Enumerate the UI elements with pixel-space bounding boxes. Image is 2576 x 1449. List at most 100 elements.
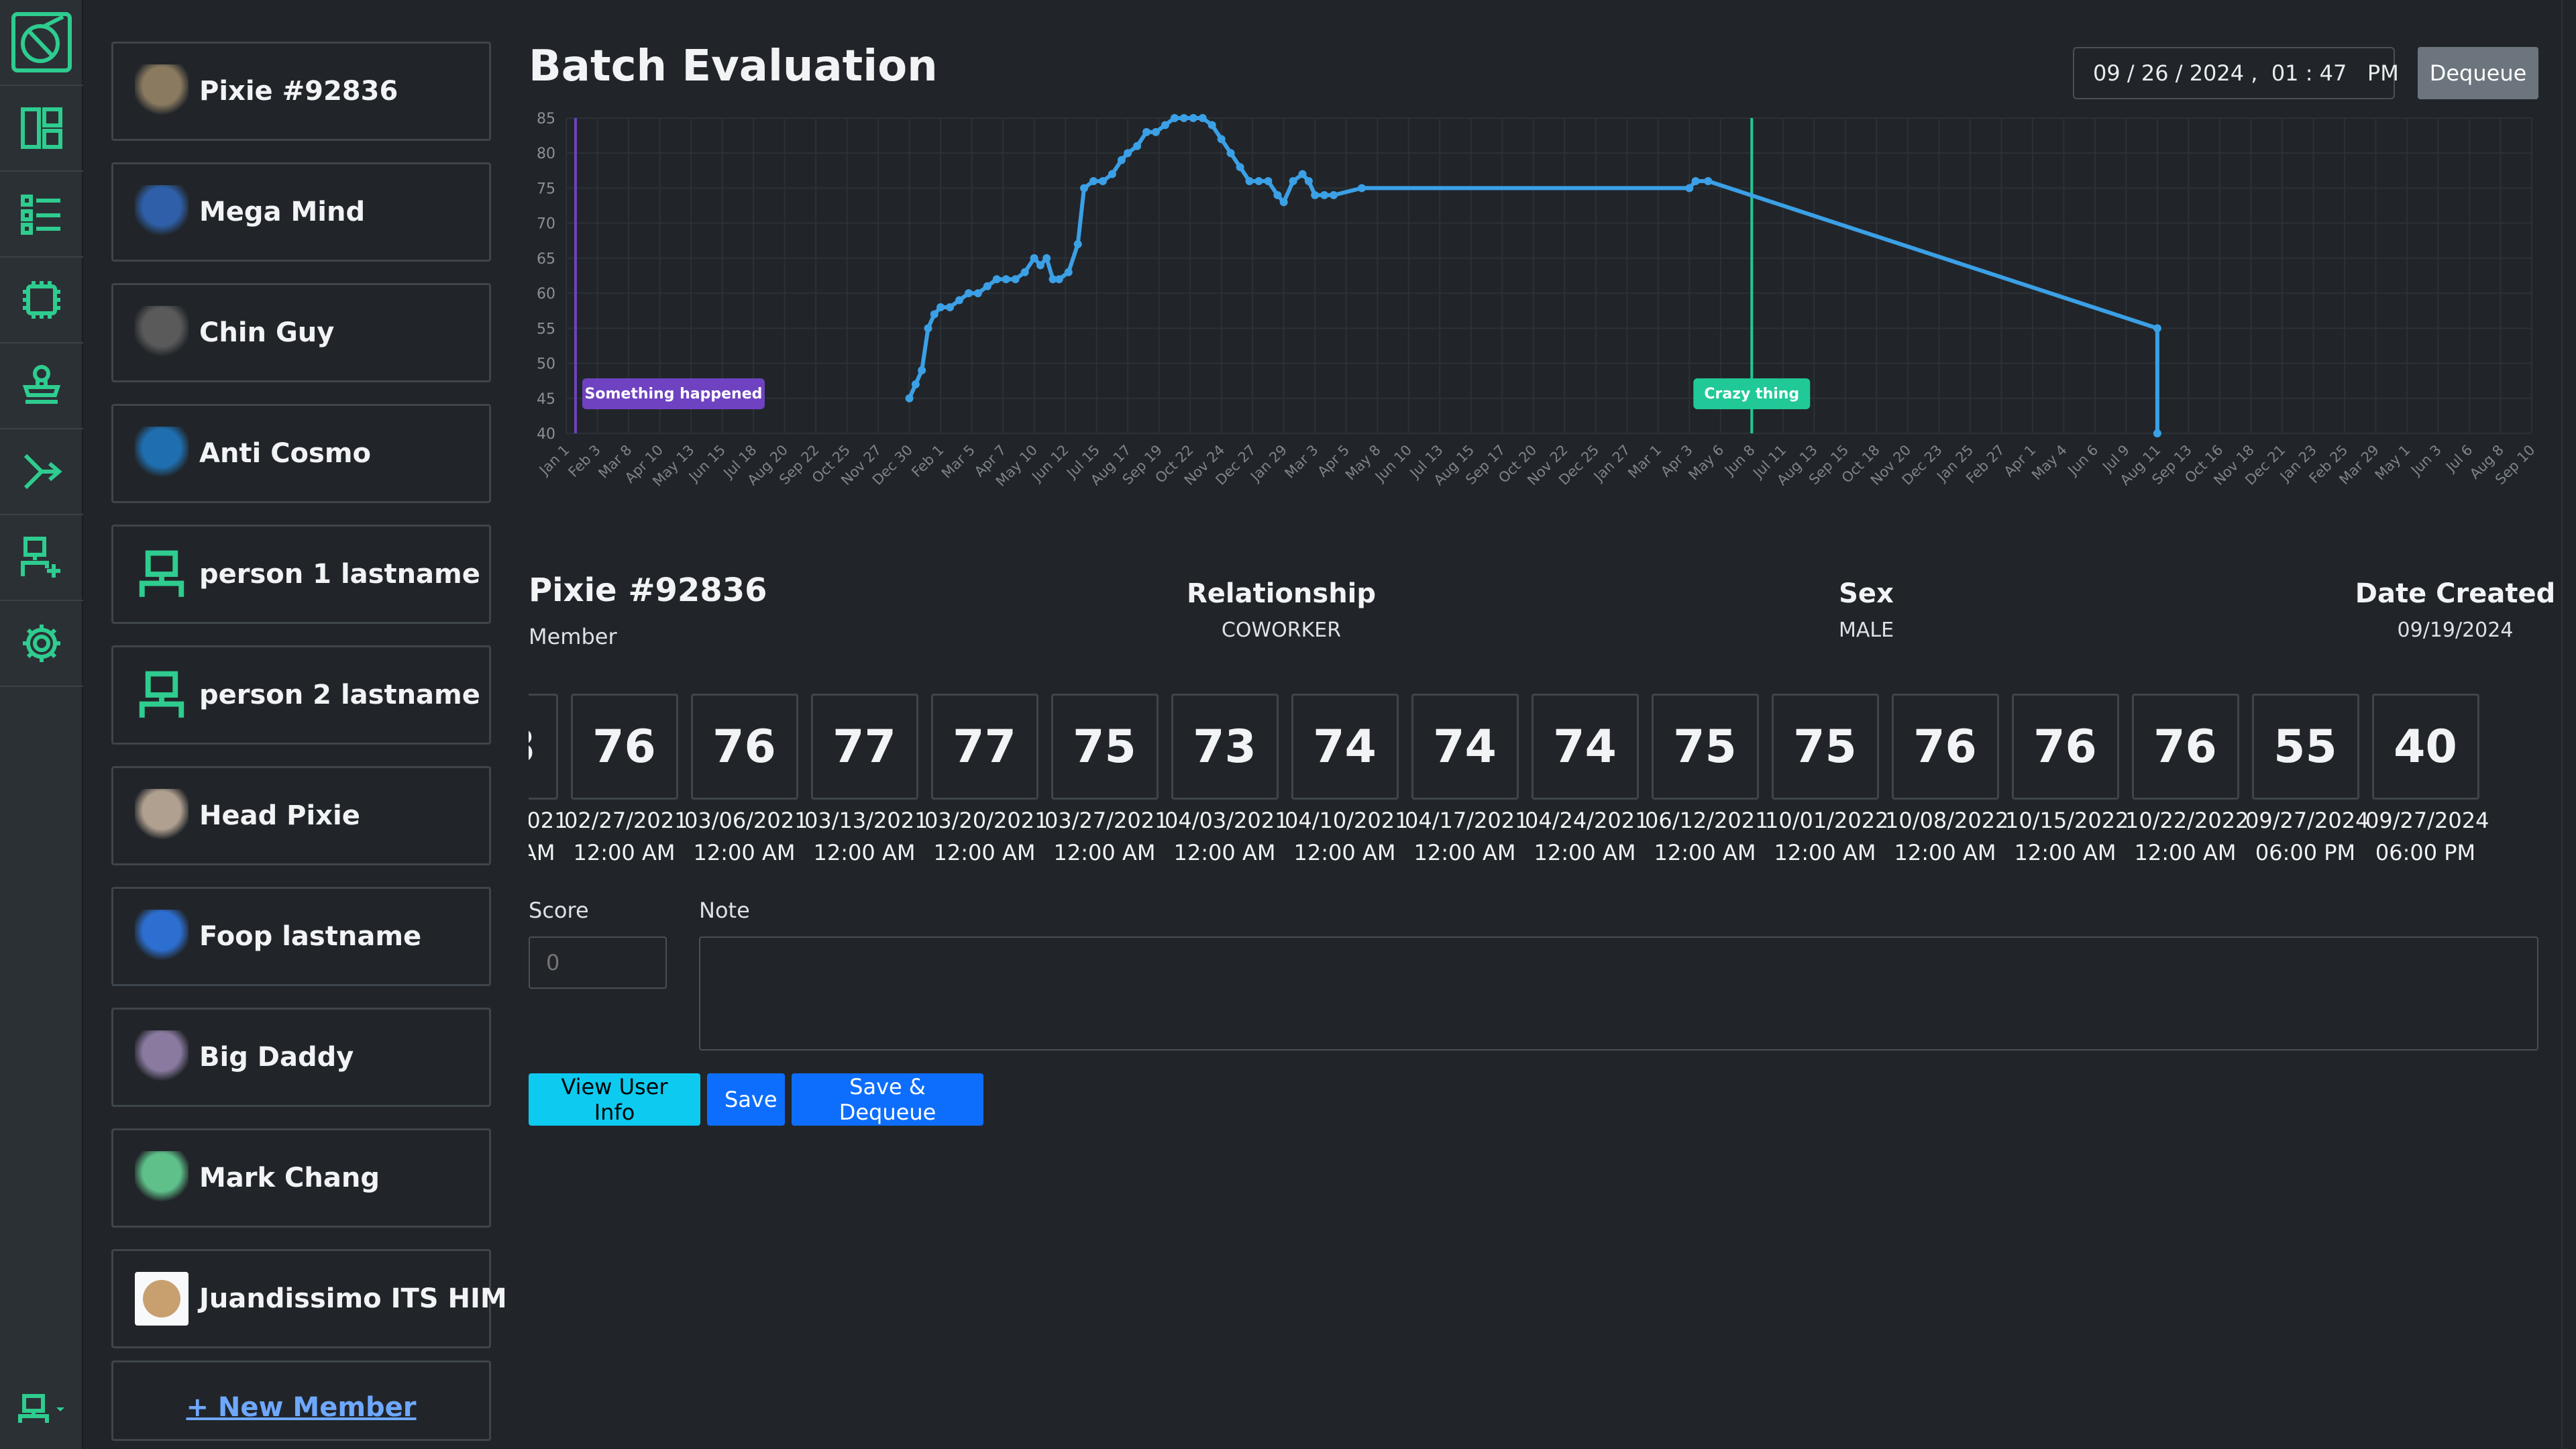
- score-time: 12:00 AM: [693, 840, 796, 865]
- member-card[interactable]: Mega Mind: [111, 162, 491, 262]
- data-point: [1073, 240, 1082, 248]
- score-card[interactable]: 75 10/01/2022 12:00 AM: [1765, 694, 1889, 865]
- member-card[interactable]: person 1 lastname: [111, 525, 491, 624]
- gear-icon[interactable]: [0, 601, 83, 687]
- score-card[interactable]: 75 06/12/2021 12:00 AM: [1645, 694, 1768, 865]
- score-value: 76: [570, 694, 678, 800]
- data-point: [936, 303, 945, 311]
- score-card[interactable]: 40 09/27/2024 06:00 PM: [2365, 694, 2489, 865]
- dashboard-icon[interactable]: [0, 86, 83, 172]
- member-card[interactable]: Anti Cosmo: [111, 404, 491, 503]
- member-card[interactable]: Chin Guy: [111, 283, 491, 382]
- list-icon[interactable]: [0, 172, 83, 258]
- score-value: 74: [1411, 694, 1519, 800]
- member-card[interactable]: Head Pixie: [111, 766, 491, 865]
- merge-icon[interactable]: [0, 429, 83, 515]
- data-point: [1064, 268, 1073, 276]
- member-avatar: [135, 306, 189, 360]
- date-time-input[interactable]: 09 / 26 / 2024 , 01 : 47 PM: [2073, 47, 2399, 99]
- save-and-dequeue-button[interactable]: Save & Dequeue: [792, 1073, 983, 1126]
- data-point: [1217, 135, 1226, 144]
- date-time-value: 09 / 26 / 2024 , 01 : 47 PM: [2093, 60, 2399, 86]
- member-avatar: [135, 547, 189, 601]
- member-card[interactable]: person 2 lastname: [111, 645, 491, 745]
- score-date: 10/01/2022: [1765, 808, 1889, 833]
- score-date: 09/27/2024: [2365, 808, 2489, 833]
- date-created-label: Date Created: [2355, 578, 2556, 609]
- logo-icon[interactable]: [0, 0, 83, 86]
- score-card[interactable]: 75 03/27/2021 12:00 AM: [1044, 694, 1168, 865]
- member-card[interactable]: Pixie #92836: [111, 42, 491, 141]
- score-card[interactable]: 74 04/24/2021 12:00 AM: [1525, 694, 1648, 865]
- score-value: 74: [1531, 694, 1639, 800]
- score-card[interactable]: 76 03/06/2021 12:00 AM: [684, 694, 808, 865]
- relationship-field: Relationship COWORKER: [1114, 578, 1449, 642]
- score-value: 77: [930, 694, 1038, 800]
- member-card[interactable]: Juandissimo ITS HIM: [111, 1249, 507, 1348]
- member-avatar: [135, 1030, 189, 1084]
- data-point: [1124, 149, 1132, 158]
- score-time: 12:00 AM: [1534, 840, 1636, 865]
- data-point: [1330, 191, 1338, 199]
- data-point: [1704, 177, 1713, 185]
- score-card[interactable]: 74 04/17/2021 12:00 AM: [1405, 694, 1528, 865]
- score-value: 73: [529, 694, 558, 800]
- save-button[interactable]: Save: [707, 1073, 785, 1126]
- x-tick-label: Mar 1: [1625, 442, 1664, 482]
- score-card[interactable]: 76 02/27/2021 12:00 AM: [564, 694, 688, 865]
- note-label: Note: [699, 898, 750, 923]
- member-card[interactable]: Mark Chang: [111, 1128, 491, 1228]
- data-point: [1011, 275, 1020, 284]
- y-tick-label: 45: [537, 391, 555, 408]
- user-menu-button[interactable]: [0, 1379, 83, 1440]
- member-card[interactable]: Foop lastname: [111, 887, 491, 986]
- score-card[interactable]: 77 03/20/2021 12:00 AM: [924, 694, 1049, 865]
- score-time: 12:00 AM: [813, 840, 916, 865]
- x-tick-label: Feb 3: [566, 442, 604, 480]
- stamp-icon[interactable]: [0, 343, 83, 429]
- note-textarea[interactable]: [699, 936, 2538, 1051]
- member-name: Mark Chang: [199, 1163, 380, 1193]
- score-card[interactable]: 73 04/03/2021 12:00 AM: [1165, 694, 1288, 865]
- sex-field: Sex MALE: [1732, 578, 2000, 642]
- score-time: 12:00 AM: [1173, 840, 1276, 865]
- chip-icon[interactable]: [0, 258, 83, 343]
- score-card[interactable]: 74 04/10/2021 12:00 AM: [1285, 694, 1409, 865]
- data-point: [905, 394, 914, 402]
- data-point: [1042, 254, 1051, 262]
- score-card[interactable]: 73 01/20/2021 12:00 AM: [529, 694, 568, 865]
- data-point: [1036, 261, 1044, 270]
- score-history-strip[interactable]: 7301/20/202112:00 AM7602/27/202112:00 AM…: [529, 694, 2538, 883]
- y-tick-label: 60: [537, 286, 555, 303]
- member-card[interactable]: Big Daddy: [111, 1008, 491, 1107]
- x-tick-label: Jun 6: [2064, 442, 2102, 480]
- y-tick-label: 40: [537, 426, 555, 443]
- member-name: Head Pixie: [199, 800, 360, 831]
- score-time: 12:00 AM: [529, 840, 555, 865]
- data-point: [973, 289, 982, 298]
- score-value: 76: [2011, 694, 2119, 800]
- new-member-link[interactable]: + New Member: [186, 1392, 416, 1423]
- score-date: 10/22/2022: [2125, 808, 2249, 833]
- data-point: [1020, 268, 1029, 276]
- score-input[interactable]: [529, 936, 667, 989]
- score-card[interactable]: 76 10/22/2022 12:00 AM: [2125, 694, 2249, 865]
- add-user-icon[interactable]: [0, 515, 83, 601]
- dequeue-button[interactable]: Dequeue: [2418, 47, 2538, 99]
- data-point: [1298, 170, 1307, 178]
- view-user-info-button[interactable]: View User Info: [529, 1073, 700, 1126]
- data-point: [1098, 177, 1107, 185]
- score-date: 03/20/2021: [924, 808, 1049, 833]
- score-card[interactable]: 55 09/27/2024 06:00 PM: [2245, 694, 2369, 865]
- score-date: 01/20/2021: [529, 808, 568, 833]
- data-point: [1304, 177, 1313, 185]
- score-card[interactable]: 76 10/08/2022 12:00 AM: [1885, 694, 2008, 865]
- score-card[interactable]: 76 10/15/2022 12:00 AM: [2005, 694, 2129, 865]
- score-card[interactable]: 77 03/13/2021 12:00 AM: [804, 694, 928, 865]
- data-point: [1055, 275, 1063, 284]
- score-date: 04/10/2021: [1285, 808, 1409, 833]
- data-point: [1142, 127, 1151, 136]
- score-time: 12:00 AM: [1774, 840, 1876, 865]
- vertical-scrollbar[interactable]: [2561, 0, 2576, 1449]
- score-value: 76: [690, 694, 798, 800]
